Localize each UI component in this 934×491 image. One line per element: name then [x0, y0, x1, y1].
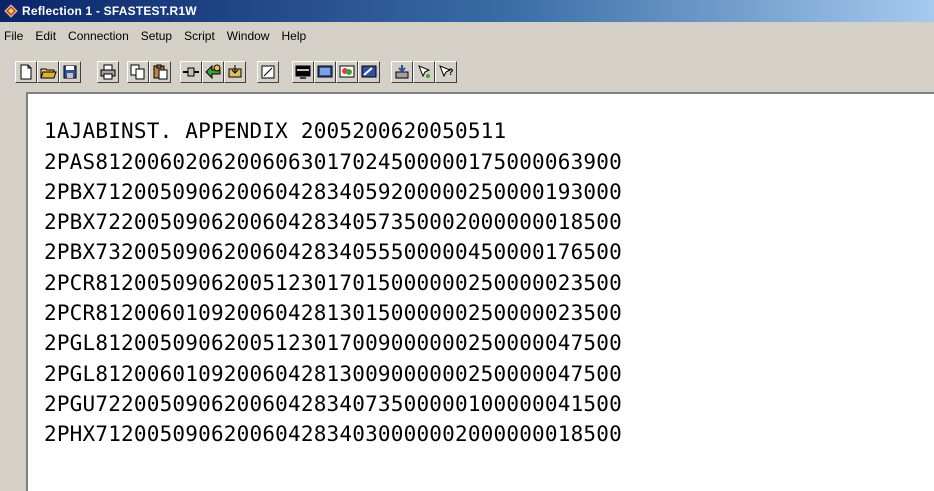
- menu-file[interactable]: File: [0, 26, 29, 46]
- terminal-line: 2PBX712005090620060428340592000002500001…: [44, 180, 622, 204]
- receive-icon: [228, 65, 242, 78]
- terminal-line: 2PGU722005090620060428340735000001000000…: [44, 392, 622, 416]
- save-icon: [63, 65, 77, 79]
- terminal-line: 2PBX722005090620060428340573500020000000…: [44, 210, 622, 234]
- host-icon: [395, 65, 409, 79]
- terminal-line: 2PBX732005090620060428340555000004500001…: [44, 240, 622, 264]
- paste-icon: [153, 64, 168, 80]
- svg-text:?: ?: [448, 67, 454, 77]
- window-title: Reflection 1 - SFASTEST.R1W: [22, 4, 197, 18]
- print-icon: [100, 64, 116, 80]
- menu-setup[interactable]: Setup: [135, 26, 178, 46]
- connect-icon: [183, 67, 199, 77]
- menu-bar: File Edit Connection Setup Script Window…: [0, 26, 934, 46]
- copy-icon: [130, 64, 145, 80]
- transfer-icon: [205, 64, 221, 80]
- title-bar[interactable]: Reflection 1 - SFASTEST.R1W: [0, 0, 934, 22]
- color-button[interactable]: [336, 61, 358, 83]
- mouse-button[interactable]: [413, 61, 435, 83]
- help-button[interactable]: ?: [435, 61, 457, 83]
- menu-connection[interactable]: Connection: [62, 26, 135, 46]
- content-frame: 1AJABINST. APPENDIX 2005200620050511 2PA…: [8, 92, 934, 491]
- terminal-line: 2PCR812005090620051230170150000002500000…: [44, 271, 622, 295]
- menu-help[interactable]: Help: [275, 26, 312, 46]
- keyboard-map-icon: [361, 65, 377, 78]
- connect-button[interactable]: [180, 61, 202, 83]
- host-button[interactable]: [391, 61, 413, 83]
- terminal-line: 2PAS812006020620060630170245000001750000…: [44, 150, 622, 174]
- menu-script[interactable]: Script: [178, 26, 221, 46]
- receive-button[interactable]: [224, 61, 246, 83]
- mouse-icon: [418, 65, 431, 78]
- display-setup-button[interactable]: [292, 61, 314, 83]
- terminal-screen[interactable]: 1AJABINST. APPENDIX 2005200620050511 2PA…: [26, 92, 934, 491]
- terminal-line: 2PGL812006010920060428130090000002500000…: [44, 362, 622, 386]
- menu-window[interactable]: Window: [221, 26, 276, 46]
- print-button[interactable]: [97, 61, 119, 83]
- notes-button[interactable]: [257, 61, 279, 83]
- copy-button[interactable]: [127, 61, 149, 83]
- open-button[interactable]: [37, 61, 59, 83]
- color-icon: [339, 65, 355, 78]
- reflection-window: Reflection 1 - SFASTEST.R1W File Edit Co…: [0, 0, 934, 491]
- transfer-button[interactable]: [202, 61, 224, 83]
- new-icon: [20, 64, 32, 80]
- terminal-line: 1AJABINST. APPENDIX 2005200620050511: [44, 119, 507, 143]
- open-icon: [40, 68, 57, 79]
- terminal-setup-icon: [317, 65, 333, 78]
- terminal-line: 2PGL812005090620051230170090000002500000…: [44, 331, 622, 355]
- save-button[interactable]: [59, 61, 81, 83]
- keyboard-map-button[interactable]: [358, 61, 380, 83]
- paste-button[interactable]: [149, 61, 171, 83]
- help-icon: ?: [439, 65, 454, 78]
- terminal-setup-button[interactable]: [314, 61, 336, 83]
- notes-icon: [261, 65, 275, 79]
- display-setup-icon: [295, 65, 311, 79]
- reflection-app-icon[interactable]: [3, 3, 19, 19]
- terminal-line: 2PCR812006010920060428130150000002500000…: [44, 301, 622, 325]
- terminal-line: 2PHX712005090620060428340300000020000000…: [44, 422, 622, 446]
- menu-edit[interactable]: Edit: [29, 26, 62, 46]
- toolbar: ?: [0, 52, 934, 86]
- new-button[interactable]: [15, 61, 37, 83]
